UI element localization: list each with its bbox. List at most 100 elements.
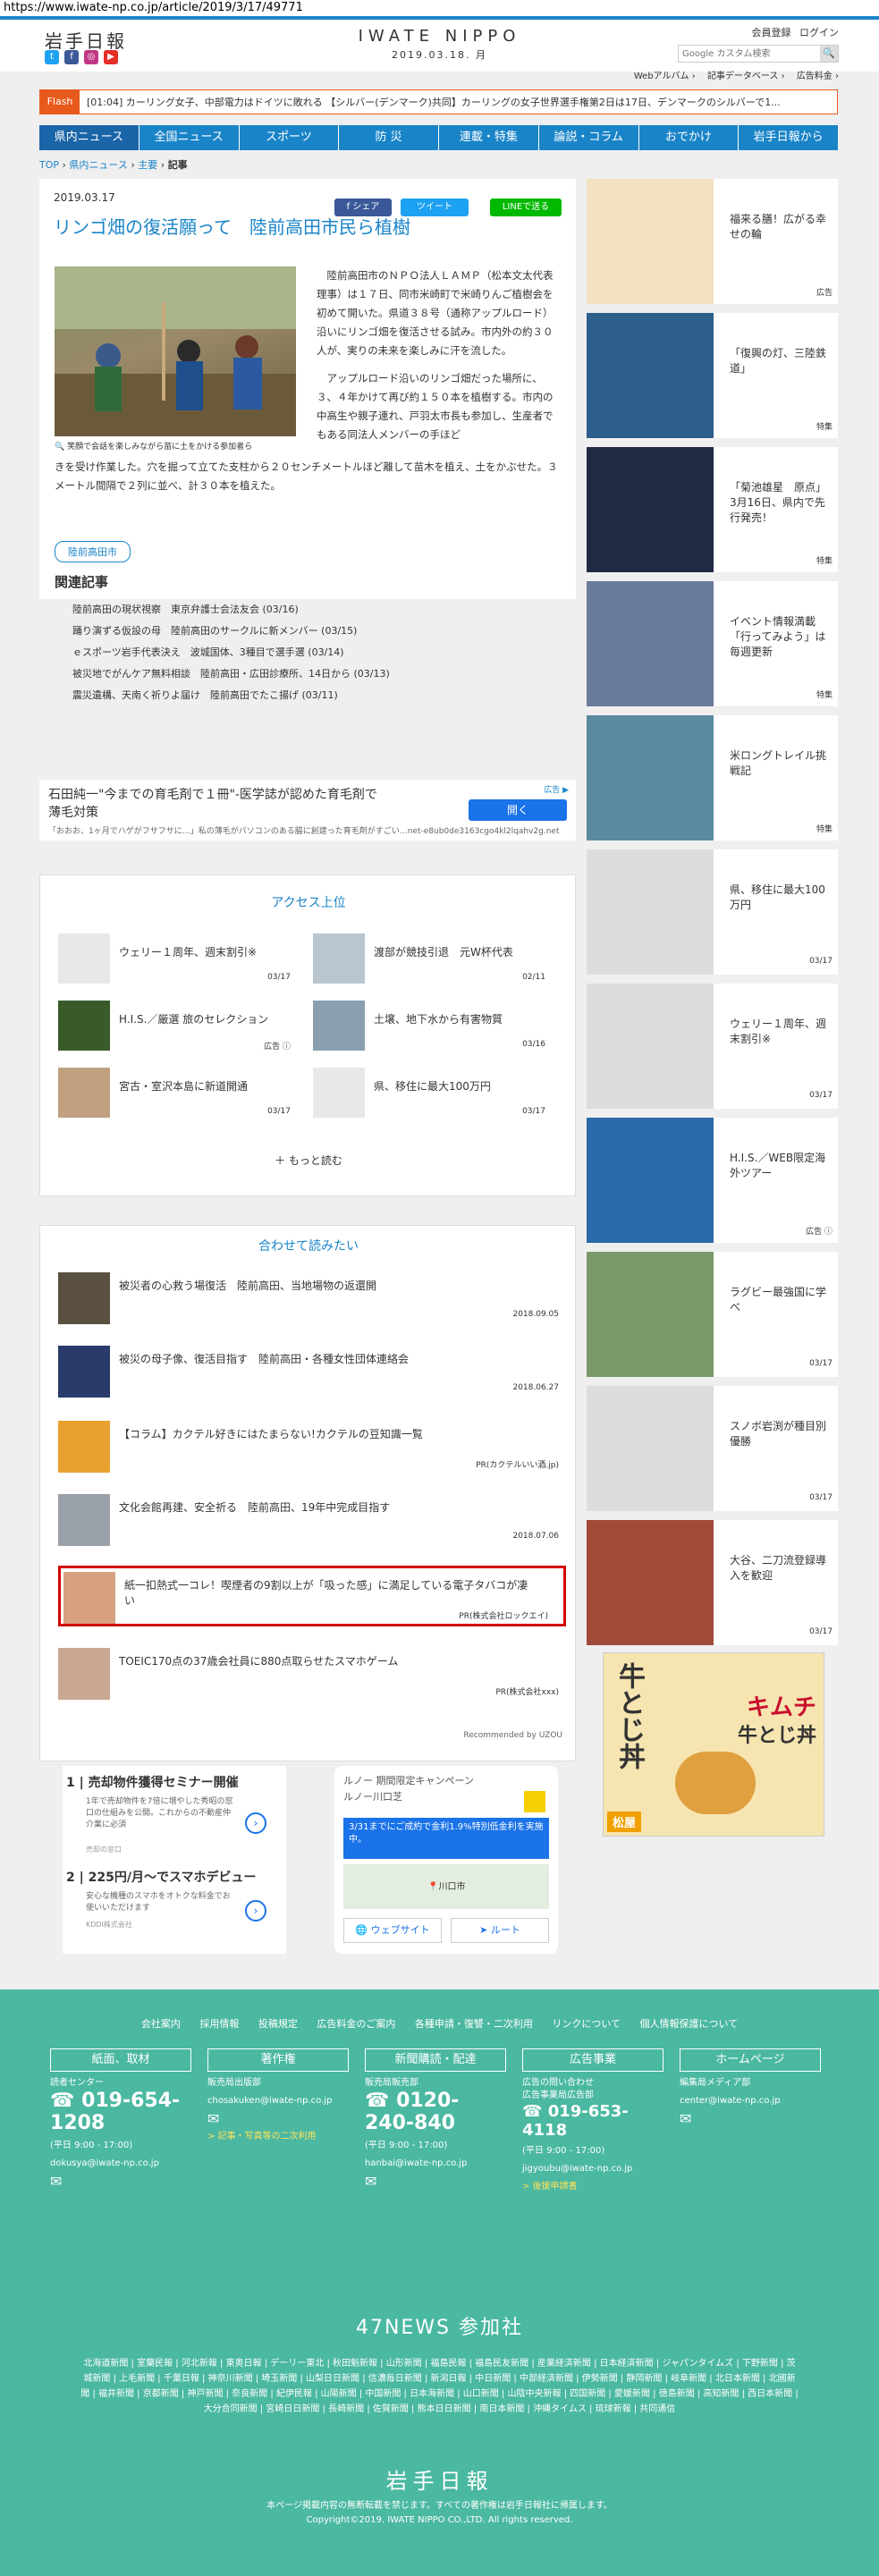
access-item-title[interactable]: 渡部が競技引退 元W杯代表 (374, 944, 544, 959)
phone-number[interactable]: ☎ 019-653-4118 (522, 2102, 663, 2140)
url-bar[interactable]: https://www.iwate-np.co.jp/article/2019/… (0, 0, 879, 16)
sidebar-item[interactable]: 米ロングトレイル挑戦記 特集 (587, 715, 838, 840)
sidebar-item[interactable]: ウェリー１周年、週末割引※ 03/17 (587, 984, 838, 1109)
sub-link-database[interactable]: 記事データベース › (707, 72, 785, 81)
sidebar-item-title[interactable]: イベント情報満載「行ってみよう」は毎週更新 (730, 613, 828, 659)
recommend-title[interactable]: 【コラム】カクテル好きにはたまらない!カクテルの豆知識一覧 (119, 1426, 548, 1441)
sidebar-item-title[interactable]: 県、移住に最大100万円 (730, 882, 828, 912)
ad-title[interactable]: 1 | 売却物件獲得セミナー開催 (66, 1773, 245, 1791)
breadcrumb-main[interactable]: 主要 (138, 159, 157, 171)
recommend-item[interactable]: 被災の母子像、復活目指す 陸前高田・各種女性団体連絡会 2018.06.27 (58, 1344, 559, 1399)
recommend-item[interactable]: 被災者の心救う場復活 陸前高田、当地場物の返還開 2018.09.05 (58, 1271, 559, 1326)
sidebar-item-title[interactable]: スノボ岩渕が種目別優勝 (730, 1418, 828, 1448)
ad-title-text[interactable]: 225円/月〜でスマホデビュー (89, 1871, 257, 1885)
related-item[interactable]: ｅスポーツ岩手代表決え 波城国体、3種目で選手選 (03/14) (72, 642, 390, 663)
email-link[interactable]: chosakuken@iwate-np.co.jp (207, 2095, 349, 2107)
chevron-right-icon[interactable]: › (245, 1812, 266, 1834)
email-link[interactable]: dokusya@iwate-np.co.jp (50, 2158, 191, 2170)
footer-link[interactable]: 各種申請・復讐・二次利用 (415, 2018, 533, 2030)
email-link[interactable]: center@iwate-np.co.jp (680, 2095, 821, 2107)
recommend-item[interactable]: 【コラム】カクテル好きにはたまらない!カクテルの豆知識一覧 PR(カクテルいい酒… (58, 1419, 559, 1474)
access-item[interactable]: 渡部が競技引退 元W杯代表 02/11 (313, 933, 545, 987)
phone-number-text[interactable]: 019-653-4118 (522, 2102, 629, 2140)
login-link[interactable]: ログイン (799, 27, 839, 38)
sidebar-item[interactable]: イベント情報満載「行ってみよう」は毎週更新 特集 (587, 581, 838, 706)
ad-title[interactable]: 石田純一"今までの育毛剤で１冊"‐医学誌が認めた育毛剤で薄毛対策 (48, 785, 388, 821)
related-item[interactable]: 踊り演ずる仮設の母 陸前高田のサークルに新メンバー (03/15) (72, 621, 390, 642)
sub-link-ad-rates[interactable]: 広告料金 › (797, 72, 839, 81)
ad-title[interactable]: 2 | 225円/月〜でスマホデビュー (66, 1868, 281, 1886)
access-item[interactable]: 県、移住に最大100万円 03/17 (313, 1068, 545, 1121)
access-item-title[interactable]: ウェリー１周年、週末割引※ (119, 944, 289, 959)
recommend-item[interactable]: 文化会館再建、安全祈る 陸前高田、19年中完成目指す 2018.07.06 (58, 1492, 559, 1548)
powered-by[interactable]: Recommended by UZOU (463, 1731, 562, 1740)
access-item-title[interactable]: 土壌、地下水から有害物質 (374, 1011, 544, 1026)
news47-papers[interactable]: 北海道新聞 | 室蘭民報 | 河北新報 | 東奥日報 | デーリー東北 | 秋田… (80, 2356, 799, 2417)
access-item-title[interactable]: 宮古・室沢本島に新道開通 (119, 1078, 289, 1094)
nav-item-editorial[interactable]: 論説・コラム (539, 125, 639, 150)
sidebar-item-title[interactable]: ラグビー最強国に学べ (730, 1284, 828, 1314)
breadcrumb-top[interactable]: TOP (39, 159, 59, 171)
share-facebook-button[interactable]: f シェア (334, 198, 392, 216)
sidebar-item[interactable]: H.I.S.／WEB限定海外ツアー 広告 ⓘ (587, 1118, 838, 1243)
sidebar-item-title[interactable]: 「菊池雄星 原点」3月16日、県内で先行発売！ (730, 479, 828, 525)
brand-name[interactable]: IWATE NIPPO (0, 27, 879, 46)
mail-icon[interactable]: ✉ (365, 2175, 506, 2189)
sidebar-item[interactable]: 「菊池雄星 原点」3月16日、県内で先行発売！ 特集 (587, 447, 838, 572)
search-input[interactable] (679, 46, 820, 62)
access-item[interactable]: ウェリー１周年、週末割引※ 03/17 (58, 933, 291, 987)
footer-link[interactable]: 投稿規定 (258, 2018, 298, 2030)
recommend-title[interactable]: 被災の母子像、復活目指す 陸前高田・各種女性団体連絡会 (119, 1351, 548, 1366)
search-icon[interactable]: 🔍 (820, 46, 838, 62)
footer-link[interactable]: 採用情報 (199, 2018, 239, 2030)
more-label[interactable]: もっと読む (289, 1154, 342, 1167)
nav-item-national-news[interactable]: 全国ニュース (139, 125, 240, 150)
sidebar-item-title[interactable]: H.I.S.／WEB限定海外ツアー (730, 1150, 828, 1180)
related-item[interactable]: 被災地でがんケア無料相談 陸前高田・広田診療所、14日から (03/13) (72, 663, 390, 685)
ad-label[interactable]: 広告 ▶ (544, 783, 569, 795)
mail-icon[interactable]: ✉ (680, 2112, 821, 2126)
email-link[interactable]: jigyoubu@iwate-np.co.jp (522, 2163, 663, 2175)
sidebar-item-title[interactable]: 「復興の灯、三陸鉄道」 (730, 345, 828, 376)
recommend-title[interactable]: TOEIC170点の37歳会社員に880点取らせたスマホゲーム (119, 1653, 548, 1668)
sidebar-item[interactable]: スノボ岩渕が種目別優勝 03/17 (587, 1386, 838, 1511)
phone-number-text[interactable]: 019-654-1208 (50, 2090, 180, 2134)
nav-item-series[interactable]: 連載・特集 (439, 125, 539, 150)
ad-title[interactable]: ルノー 期間限定キャンペーン (343, 1773, 474, 1787)
article-photo[interactable] (55, 266, 296, 436)
flash-text[interactable]: [01:04] カーリング女子、中部電力はドイツに敗れる 【シルバー(デンマーク… (80, 95, 781, 109)
sidebar-item[interactable]: 福来る膳！広がる幸せの輪 広告 (587, 179, 838, 304)
share-line-button[interactable]: LINEで送る (490, 198, 562, 216)
map[interactable]: 📍川口市 (343, 1864, 549, 1909)
access-item[interactable]: H.I.S.／厳選 旅のセレクション 広告 ⓘ (58, 1001, 291, 1054)
ad-message[interactable]: 3/31までにご成約で金利1.9%特別低金利を実施中。 (343, 1818, 549, 1859)
map-ad[interactable]: ルノー 期間限定キャンペーン ルノー川口芝 3/31までにご成約で金利1.9%特… (334, 1766, 558, 1954)
access-item-title[interactable]: H.I.S.／厳選 旅のセレクション (119, 1011, 289, 1026)
member-register-link[interactable]: 会員登録 (752, 27, 791, 38)
nav-item-disaster[interactable]: 防 災 (339, 125, 439, 150)
recommend-title[interactable]: 文化会館再建、安全祈る 陸前高田、19年中完成目指す (119, 1499, 548, 1515)
recommend-title[interactable]: 被災者の心救う場復活 陸前高田、当地場物の返還開 (119, 1278, 548, 1293)
text-ad[interactable]: 石田純一"今までの育毛剤で１冊"‐医学誌が認めた育毛剤で薄毛対策 「おおお、1ヶ… (39, 780, 576, 840)
email-link[interactable]: hanbai@iwate-np.co.jp (365, 2158, 506, 2170)
access-item[interactable]: 宮古・室沢本島に新道開通 03/17 (58, 1068, 291, 1121)
ad-brand[interactable]: ルノー川口芝 (343, 1789, 402, 1803)
phone-number[interactable]: ☎ 019-654-1208 (50, 2090, 191, 2134)
sidebar-item-title[interactable]: 大谷、二刀流登録導入を歓迎 (730, 1552, 828, 1583)
nav-item-sports[interactable]: スポーツ (240, 125, 340, 150)
nav-item-local-news[interactable]: 県内ニュース (39, 125, 139, 150)
website-button[interactable]: 🌐 ウェブサイト (343, 1918, 442, 1943)
ad-open-button[interactable]: 開く (469, 799, 567, 821)
breadcrumb-local[interactable]: 県内ニュース (69, 159, 127, 171)
related-item[interactable]: 震災遺構、天南く祈りよ届け 陸前高田でたこ揚げ (03/11) (72, 685, 390, 706)
sidebar-item[interactable]: 県、移住に最大100万円 03/17 (587, 849, 838, 975)
footer-logo[interactable]: 岩手日報 (0, 2463, 879, 2495)
sub-link-album[interactable]: Webアルバム › (634, 72, 696, 81)
recommend-title[interactable]: 紙一扣熱式一コレ！喫煙者の9割以上が「吸った感」に満足している電子タバコが凄い (124, 1577, 536, 1608)
sidebar-item[interactable]: 大谷、二刀流登録導入を歓迎 03/17 (587, 1520, 838, 1645)
footer-link[interactable]: 個人情報保護について (640, 2018, 739, 2030)
footer-link[interactable]: リンクについて (552, 2018, 621, 2030)
sidebar-item[interactable]: 「復興の灯、三陸鉄道」 特集 (587, 313, 838, 438)
nav-item-from-nippo[interactable]: 岩手日報から (739, 125, 838, 150)
article-tag[interactable]: 陸前高田市 (55, 541, 131, 562)
